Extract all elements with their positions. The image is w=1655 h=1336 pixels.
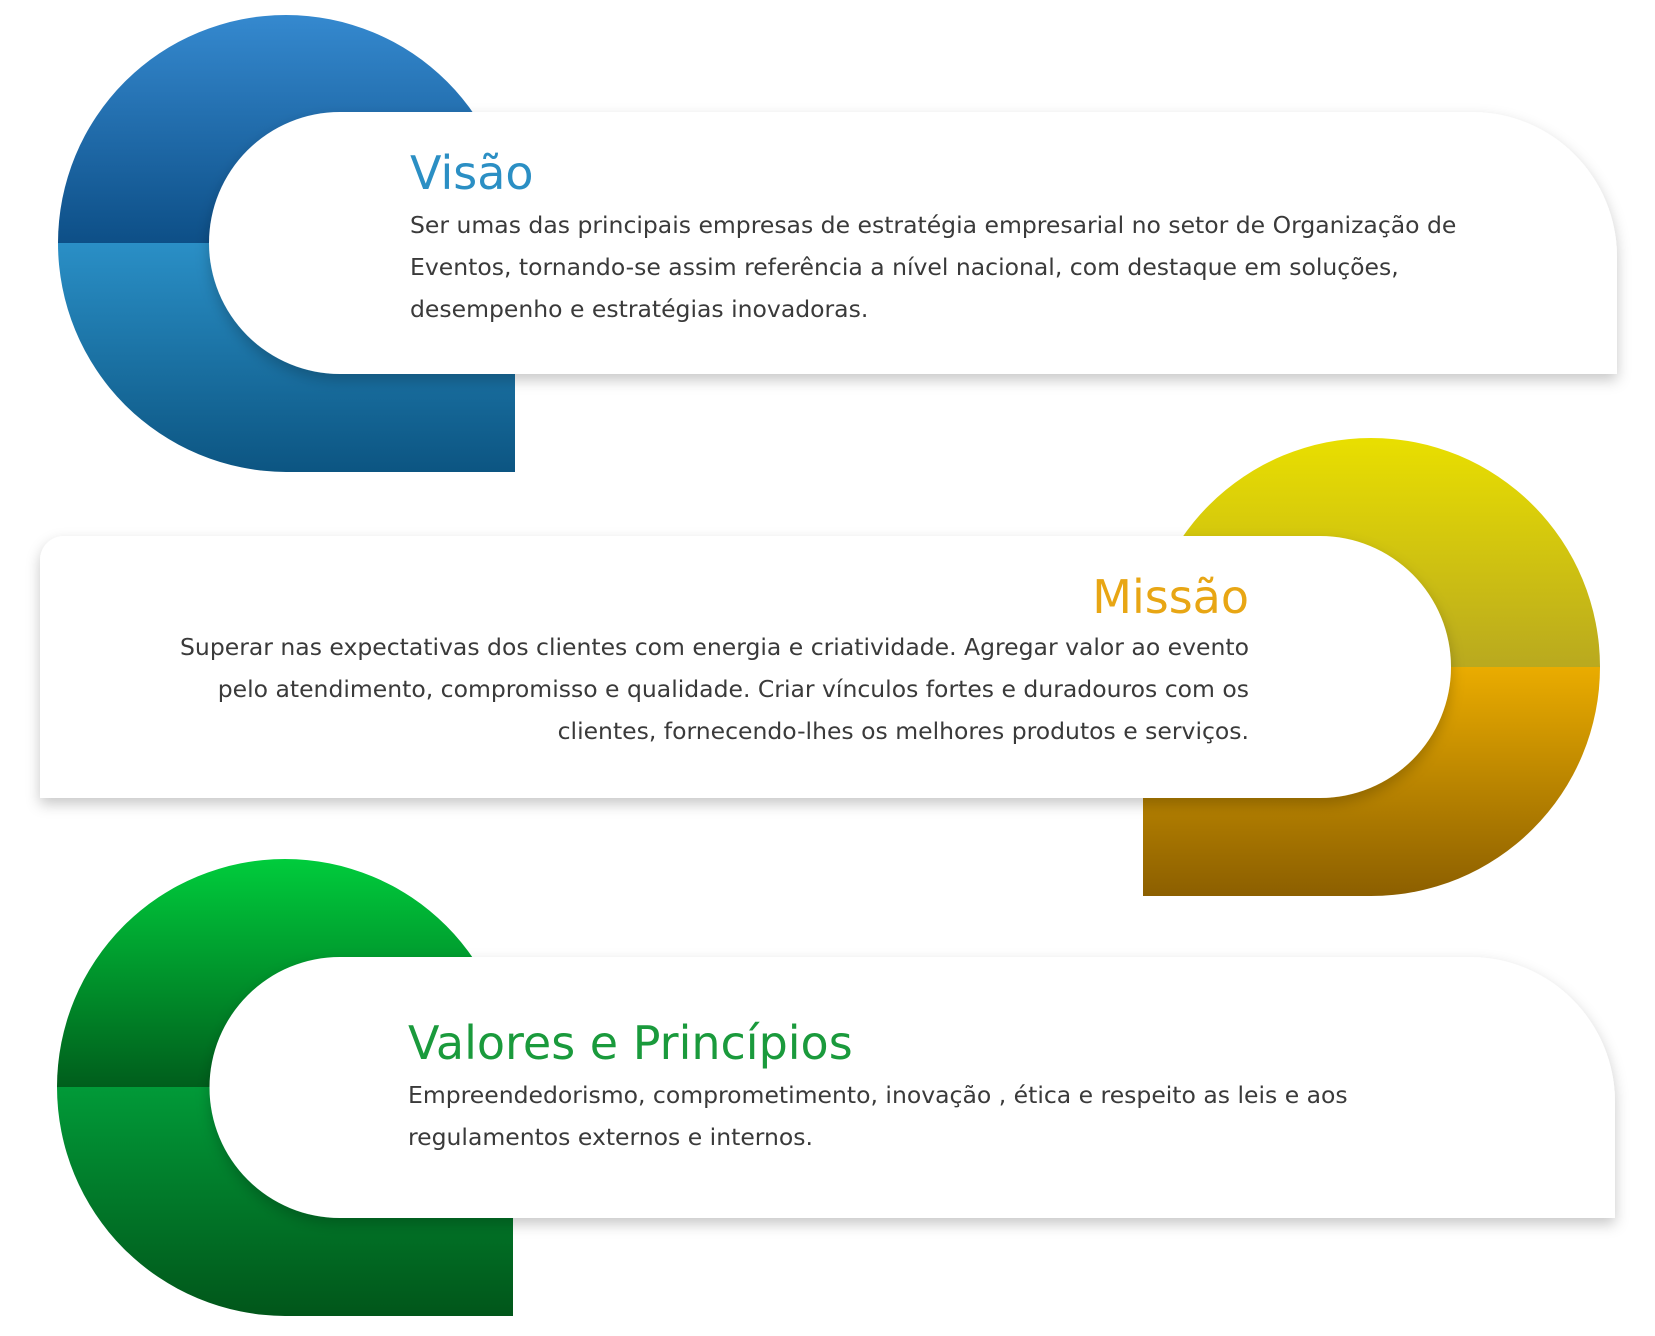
vision-section: Visão Ser umas das principais empresas d…: [0, 0, 1655, 480]
vision-text: Ser umas das principais empresas de estr…: [410, 211, 1457, 323]
mission-section: Missão Superar nas expectativas dos clie…: [0, 420, 1655, 900]
mission-title: Missão: [1092, 570, 1249, 624]
values-title: Valores e Princípios: [408, 1016, 853, 1070]
values-section: Valores e Princípios Empreendedorismo, c…: [0, 845, 1655, 1335]
mission-text: Superar nas expectativas dos clientes co…: [180, 633, 1249, 745]
vision-title: Visão: [410, 146, 534, 200]
values-text: Empreendedorismo, comprometimento, inova…: [408, 1081, 1348, 1151]
